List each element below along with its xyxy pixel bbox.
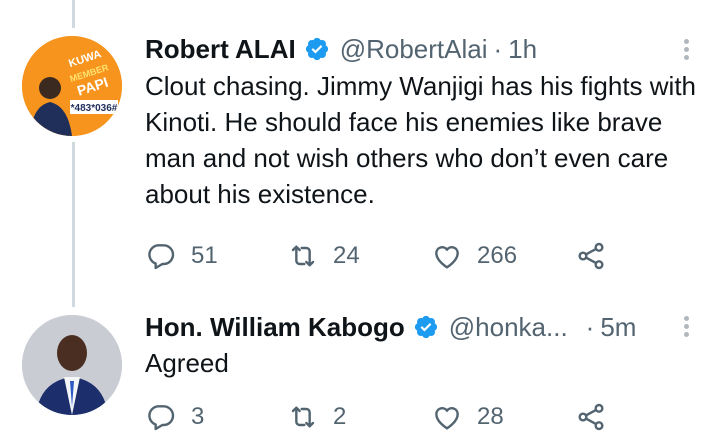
retweet-icon [291, 406, 315, 428]
tweet-header: Hon. William Kabogo @honka... · 5m [145, 311, 680, 343]
reply-icon [148, 405, 175, 431]
like-count: 266 [477, 242, 518, 269]
more-icon[interactable] [676, 313, 696, 343]
reply-icon [148, 244, 175, 270]
separator-dot: · [493, 34, 503, 64]
retweet-icon [291, 245, 315, 267]
timestamp[interactable]: 1h [508, 33, 537, 65]
more-icon[interactable] [676, 36, 696, 66]
tweet[interactable]: KUWA MEMBER PAPI *483*036# Robert ALAI @… [0, 0, 720, 300]
verified-badge-icon [414, 315, 437, 339]
tweet-text: Clout chasing. Jimmy Wanjigi has his fig… [145, 71, 697, 209]
timestamp[interactable]: 5m [600, 311, 636, 343]
tweet[interactable]: Hon. William Kabogo @honka... · 5m Agree… [0, 300, 720, 436]
like-button[interactable]: 266 [431, 239, 517, 273]
reply-count: 51 [191, 242, 218, 269]
tweet-text: Agreed [145, 348, 229, 378]
like-icon [435, 407, 459, 430]
avatar-image [22, 315, 122, 415]
retweet-count: 2 [333, 403, 347, 430]
share-icon [578, 403, 604, 431]
reply-button[interactable]: 3 [145, 400, 204, 434]
verified-badge-icon [305, 37, 328, 61]
share-icon [578, 242, 604, 270]
reply-button[interactable]: 51 [145, 239, 218, 273]
author-handle[interactable]: @honka... [449, 311, 568, 343]
reply-count: 3 [191, 403, 205, 430]
avatar-image: KUWA MEMBER PAPI *483*036# [22, 36, 122, 136]
retweet-button[interactable]: 2 [287, 400, 346, 434]
tweet-header: Robert ALAI @RobertAlai · 1h [145, 33, 680, 65]
avatar[interactable]: KUWA MEMBER PAPI *483*036# [22, 36, 122, 136]
share-button[interactable] [575, 239, 607, 273]
share-button[interactable] [575, 400, 607, 434]
retweet-count: 24 [333, 242, 360, 269]
separator-dot: · [585, 312, 595, 342]
like-button[interactable]: 28 [431, 400, 504, 434]
like-count: 28 [477, 403, 504, 430]
author-handle[interactable]: @RobertAlai [340, 33, 488, 65]
author-name[interactable]: Robert ALAI [145, 33, 296, 65]
avatar-code: *483*036# [71, 103, 118, 114]
like-icon [435, 246, 459, 269]
retweet-button[interactable]: 24 [287, 239, 360, 273]
avatar[interactable] [22, 315, 122, 415]
author-name[interactable]: Hon. William Kabogo [145, 311, 405, 343]
